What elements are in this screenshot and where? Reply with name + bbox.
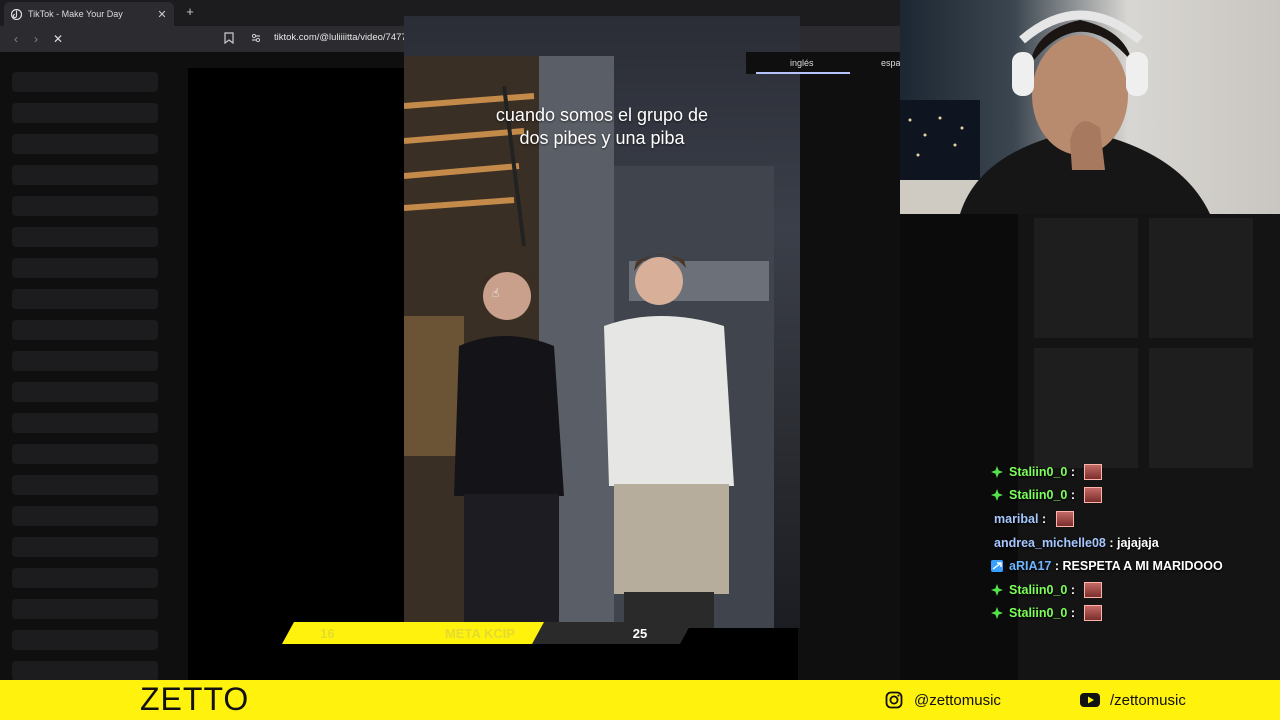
skeleton-row [12,382,158,402]
instagram-text: @zettomusic [914,691,1001,709]
chat-username[interactable]: Staliin0_0 [1009,606,1067,620]
chat-separator: : [1051,559,1063,574]
skeleton-row [12,103,158,123]
new-tab-icon[interactable]: + [182,4,198,20]
skeleton-row [12,227,158,247]
tab-espanol[interactable]: espa [881,58,901,68]
video-caption: cuando somos el grupo de dos pibes y una… [404,104,800,150]
bottom-banner: ZETTO @zettomusic /zettomusic [0,680,1280,720]
active-tab-indicator [756,72,850,74]
skeleton-row [12,165,158,185]
chat-emote-icon [1084,605,1103,622]
chat-message: Staliin0_0 : [990,460,1270,484]
tab-title: TikTok - Make Your Day [28,9,123,19]
green-diamond-icon [990,465,1004,479]
close-tab-icon[interactable]: ✕ [156,8,168,21]
chat-separator: : [1105,535,1117,550]
brand-logo-text: ZETTO [140,681,250,717]
green-diamond-icon [990,583,1004,597]
goal-label: META KCIP [445,626,515,641]
instagram-icon [884,690,904,710]
instagram-handle: @zettomusic [884,690,1001,710]
skeleton-row [12,661,158,681]
hand-cursor-icon: ☝ [492,286,500,300]
forward-icon[interactable]: › [28,31,44,47]
skeleton-row [12,630,158,650]
chat-separator: : [1067,606,1079,621]
chat-username[interactable]: aRIA17 [1009,559,1051,573]
chat-message: maribal : [990,507,1270,531]
stop-loading-icon[interactable]: ✕ [50,31,66,47]
chat-username[interactable]: Staliin0_0 [1009,583,1067,597]
chat-text: RESPETA A MI MARIDOOO [1062,559,1223,574]
site-settings-icon[interactable] [250,31,264,47]
panel-cell [1149,218,1253,338]
green-diamond-icon [990,606,1004,620]
skeleton-row [12,289,158,309]
skeleton-row [12,475,158,495]
tab-ingles[interactable]: inglés [790,58,814,68]
goal-target: 25 [633,626,647,641]
chat-message: Staliin0_0 : [990,602,1270,626]
chat-username[interactable]: andrea_michelle08 [994,536,1106,550]
skeleton-row [12,134,158,154]
youtube-handle: /zettomusic [1080,690,1186,710]
chat-username[interactable]: Staliin0_0 [1009,488,1067,502]
skeleton-row [12,351,158,371]
panel-cell [1034,218,1138,338]
goal-current: 16 [320,626,334,641]
panel-cell [1149,348,1253,468]
streamer-image [900,10,1210,214]
skeleton-row [12,196,158,216]
skeleton-row [12,320,158,340]
youtube-text: /zettomusic [1110,691,1186,709]
chat-separator: : [1067,488,1079,503]
skeleton-row [12,413,158,433]
webcam-feed [900,0,1280,214]
chat-message: aRIA17 : RESPETA A MI MARIDOOO [990,554,1270,578]
language-tabs: inglés espa [746,52,901,74]
chat-text: jajajaja [1116,535,1159,550]
goal-bar: 16 META KCIP 25 [282,622,692,644]
chat-username[interactable]: maribal [994,512,1038,526]
browser-tab[interactable]: TikTok - Make Your Day ✕ [4,2,174,26]
caption-line-1: cuando somos el grupo de [495,105,709,125]
skeleton-row [12,444,158,464]
goal-bar-graphic: 16 META KCIP 25 [282,622,692,644]
tiktok-favicon-icon [10,8,22,20]
chat-message: Staliin0_0 : [990,484,1270,508]
skeleton-row [12,258,158,278]
chat-message: andrea_michelle08 : jajajaja [990,531,1270,555]
chat-separator: : [1038,511,1050,526]
skeleton-row [12,537,158,557]
youtube-icon [1080,690,1100,710]
chat-emote-icon [1084,463,1103,480]
chat-message: Staliin0_0 : [990,578,1270,602]
skeleton-row [12,72,158,92]
stream-layout: TikTok - Make Your Day ✕ + ‹ › ✕ tiktok.… [0,0,1280,720]
skeleton-row [12,599,158,619]
panel-cell [1034,348,1138,468]
skeleton-row [12,506,158,526]
chat-emote-icon [1084,487,1103,504]
chat-overlay: Staliin0_0 : Staliin0_0 : maribal : andr… [990,460,1270,625]
skeleton-row [12,568,158,588]
chat-separator: : [1067,582,1079,597]
caption-line-2: dos pibes y una piba [519,128,685,148]
back-icon[interactable]: ‹ [8,31,24,47]
chat-separator: : [1067,464,1079,479]
green-diamond-icon [990,488,1004,502]
video-player[interactable]: cuando somos el grupo de dos pibes y una… [404,16,800,628]
chat-emote-icon [1055,510,1074,527]
bookmark-icon[interactable] [224,31,238,47]
chat-emote-icon [1084,581,1103,598]
chat-username[interactable]: Staliin0_0 [1009,465,1067,479]
prime-crown-icon [990,559,1004,573]
